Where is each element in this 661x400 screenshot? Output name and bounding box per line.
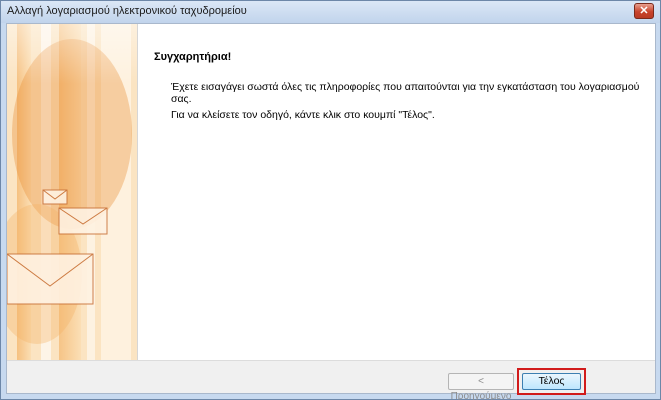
finish-button-highlight: Τέλος [517, 368, 586, 395]
wizard-footer: < Προηγούμενο Τέλος [7, 360, 655, 400]
congratulations-heading: Συγχαρητήρια! [154, 51, 232, 63]
window-title: Αλλαγή λογαριασμού ηλεκτρονικού ταχυδρομ… [7, 5, 247, 17]
completion-message: Έχετε εισαγάγει σωστά όλες τις πληροφορί… [171, 81, 640, 105]
finish-button[interactable]: Τέλος [522, 373, 581, 390]
finish-instruction: Για να κλείσετε τον οδηγό, κάντε κλικ στ… [171, 109, 435, 121]
wizard-window: Αλλαγή λογαριασμού ηλεκτρονικού ταχυδρομ… [0, 0, 661, 400]
title-bar: Αλλαγή λογαριασμού ηλεκτρονικού ταχυδρομ… [1, 1, 660, 23]
side-illustration [7, 24, 137, 360]
previous-button[interactable]: < Προηγούμενο [448, 373, 514, 400]
wizard-content: Συγχαρητήρια! Έχετε εισαγάγει σωστά όλες… [138, 24, 655, 360]
close-icon: ✕ [639, 5, 649, 17]
envelopes-illustration [7, 24, 137, 360]
close-button[interactable]: ✕ [634, 3, 654, 19]
wizard-client-area: Συγχαρητήρια! Έχετε εισαγάγει σωστά όλες… [6, 23, 656, 400]
